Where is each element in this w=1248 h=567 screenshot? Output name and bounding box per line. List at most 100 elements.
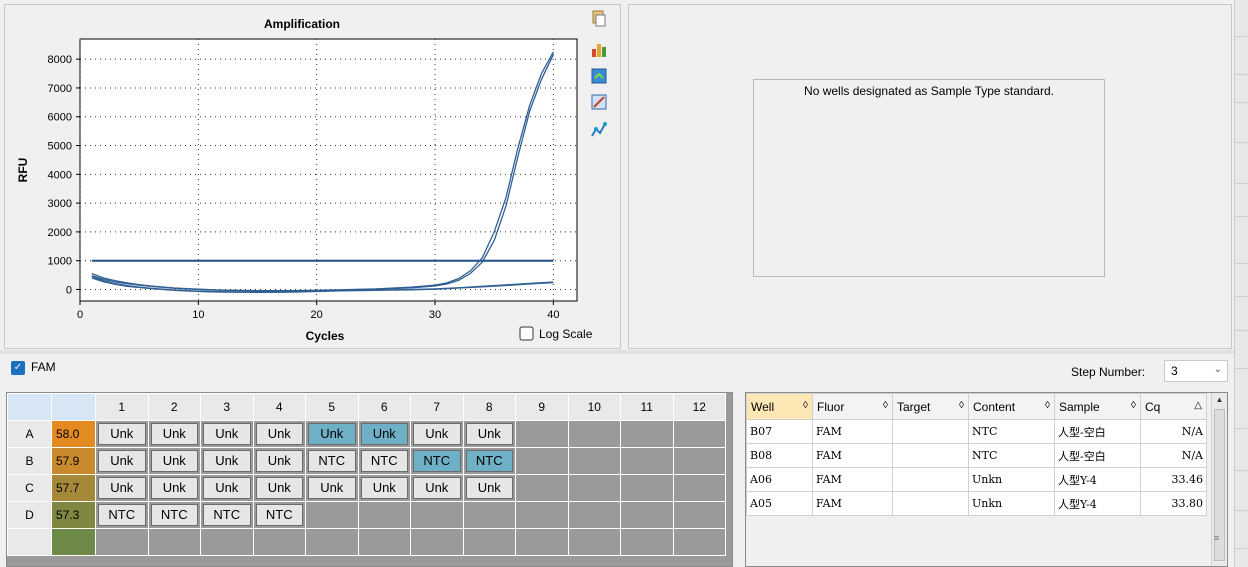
well-content: Unk [203,450,251,472]
plate-column-header[interactable]: 10 [567,393,621,421]
log-scale-checkbox[interactable] [519,326,534,341]
copy-icon[interactable] [590,10,608,28]
right-scroll-strip[interactable] [1234,0,1248,567]
plate-well[interactable]: Unk [252,447,306,475]
plate-well-empty[interactable] [672,420,726,448]
plate-well-empty[interactable] [620,501,674,529]
fam-checkbox[interactable]: ✓ [11,361,25,375]
plate-well[interactable]: Unk [410,474,464,502]
plate-row-header[interactable]: C [7,474,52,502]
plate-well[interactable]: NTC [252,501,306,529]
plate-well[interactable]: Unk [147,420,201,448]
plate-column-header[interactable]: 3 [200,393,254,421]
plate-well-empty[interactable] [620,420,674,448]
scroll-up-icon[interactable]: ▲ [1212,393,1227,407]
sort-icon[interactable]: △ [1194,400,1202,411]
well-content: Unk [150,477,198,499]
step-number-select[interactable]: 3 ⌄ [1164,360,1228,382]
plate-well[interactable]: Unk [462,420,516,448]
amplification-chart[interactable]: 0 10 20 30 40 0 1000 2000 3000 4000 5000 6000 7000 80… [5,5,620,348]
trace-icon[interactable] [590,121,608,139]
results-cell: NTC [968,419,1055,444]
chart-style-icon[interactable] [590,41,608,59]
plate-well-empty[interactable] [672,501,726,529]
plate-well-empty[interactable] [515,447,569,475]
plate-well-empty[interactable] [620,474,674,502]
plate-row-header[interactable]: B [7,447,52,475]
plate-well[interactable]: Unk [462,474,516,502]
plate-well[interactable]: Unk [305,474,359,502]
plate-well-empty[interactable] [672,447,726,475]
plate-well[interactable]: NTC [357,447,411,475]
plate-well[interactable]: NTC [95,501,149,529]
plate-well[interactable]: Unk [95,474,149,502]
plate-well[interactable]: Unk [200,447,254,475]
plate-well[interactable]: Unk [357,474,411,502]
plate-well[interactable]: Unk [305,420,359,448]
sort-icon[interactable]: ◊ [883,400,888,411]
plate-row-header[interactable]: A [7,420,52,448]
well-content: Unk [255,450,303,472]
plate-well-empty[interactable] [357,501,411,529]
zoom-icon[interactable] [590,93,608,111]
results-column-header[interactable]: Cq △ [1140,393,1207,420]
plate-column-header[interactable]: 9 [515,393,569,421]
export-icon[interactable] [590,67,608,85]
plate-well-empty[interactable] [567,474,621,502]
table-row[interactable]: A05 FAM Unkn 人型Y-4 33.80 [746,491,1207,516]
table-row[interactable]: A06 FAM Unkn 人型Y-4 33.46 [746,467,1207,492]
plate-column-header[interactable]: 4 [252,393,306,421]
results-column-header[interactable]: Content ◊ [968,393,1055,420]
plate-well-empty[interactable] [305,501,359,529]
plate-well-empty[interactable] [515,420,569,448]
results-column-header[interactable]: Target ◊ [892,393,969,420]
plate-well-empty[interactable] [515,474,569,502]
plate-well-empty[interactable] [567,420,621,448]
plate-column-header[interactable]: 6 [357,393,411,421]
plate-column-header[interactable]: 12 [672,393,726,421]
plate-well[interactable]: NTC [147,501,201,529]
plate-well[interactable]: Unk [147,447,201,475]
panel-splitter[interactable] [0,350,1234,354]
results-column-header[interactable]: Sample ◊ [1054,393,1141,420]
results-column-header[interactable]: Fluor ◊ [812,393,893,420]
plate-well-empty[interactable] [462,501,516,529]
sort-icon[interactable]: ◊ [959,400,964,411]
plate-corner[interactable] [7,393,52,421]
sort-icon[interactable]: ◊ [1045,400,1050,411]
plate-well[interactable]: Unk [252,474,306,502]
plate-well[interactable]: Unk [95,420,149,448]
results-scrollbar[interactable]: ▲ ≡ [1211,393,1227,566]
plate-well-empty[interactable] [567,501,621,529]
sort-icon[interactable]: ◊ [1131,400,1136,411]
plate-column-header[interactable]: 11 [620,393,674,421]
table-row[interactable]: B07 FAM NTC 人型-空白 N/A [746,419,1207,444]
results-panel: Well ◊ Fluor ◊ Target ◊ Content ◊ Sample ◊ Cq △ B07 F… [745,392,1228,567]
plate-well[interactable]: Unk [200,474,254,502]
plate-well[interactable]: NTC [200,501,254,529]
plate-row-header[interactable]: D [7,501,52,529]
sort-icon[interactable]: ◊ [803,400,808,411]
plate-well[interactable]: Unk [95,447,149,475]
plate-well-empty[interactable] [672,474,726,502]
plate-well-empty[interactable] [515,501,569,529]
plate-well[interactable]: NTC [462,447,516,475]
plate-well[interactable]: Unk [252,420,306,448]
plate-column-header[interactable]: 1 [95,393,149,421]
plate-well[interactable]: Unk [147,474,201,502]
plate-well[interactable]: Unk [200,420,254,448]
plate-well-empty[interactable] [620,447,674,475]
plate-well-empty[interactable] [410,501,464,529]
plate-column-header[interactable]: 8 [462,393,516,421]
plate-well-empty[interactable] [567,447,621,475]
plate-well[interactable]: NTC [410,447,464,475]
plate-column-header[interactable]: 5 [305,393,359,421]
plate-column-header[interactable]: 7 [410,393,464,421]
results-column-header[interactable]: Well ◊ [746,393,813,420]
plate-column-header[interactable]: 2 [147,393,201,421]
plate-well[interactable]: NTC [305,447,359,475]
plate-well[interactable]: Unk [357,420,411,448]
plate-well[interactable]: Unk [410,420,464,448]
plate-row: C 57.7 Unk Unk Unk Unk Unk Unk Unk Unk [7,474,726,502]
table-row[interactable]: B08 FAM NTC 人型-空白 N/A [746,443,1207,468]
